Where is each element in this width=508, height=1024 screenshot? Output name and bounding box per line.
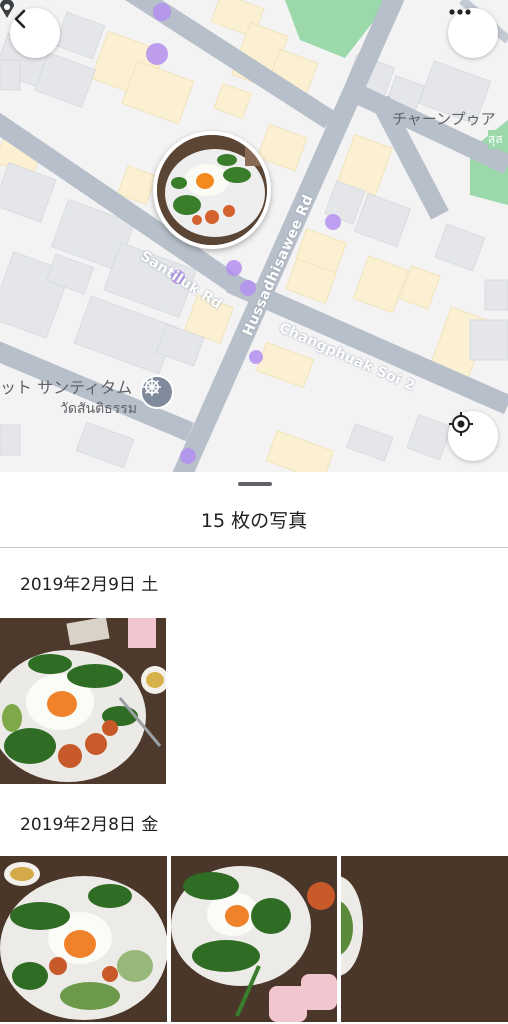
photo-thumbnail[interactable] (171, 856, 337, 1022)
map-view[interactable]: Santiluk Rd Hussadhisawee Rd Changphuak … (0, 0, 508, 472)
food-photo-4 (341, 856, 508, 1022)
poi-label-thai-fragment: สุส (488, 130, 503, 149)
temple-icon[interactable] (140, 375, 174, 409)
food-photo-1 (0, 618, 166, 784)
date-header-2: 2019年2月8日 金 (20, 815, 159, 835)
more-options-button[interactable] (448, 8, 498, 58)
more-horizontal-icon (449, 9, 471, 15)
photo-thumbnail[interactable] (0, 856, 167, 1022)
dharma-wheel-icon (143, 378, 161, 396)
sheet-drag-handle[interactable] (238, 482, 272, 486)
photo-list-sheet[interactable]: 15 枚の写真 2019年2月9日 土 2019年2月8日 金 (0, 472, 508, 1024)
food-photo-2 (0, 856, 167, 1022)
chevron-left-icon (14, 9, 26, 29)
pin-photo-thumbnail (157, 135, 267, 245)
photo-thumbnail[interactable] (0, 618, 166, 784)
photo-map-pin[interactable] (153, 131, 271, 249)
poi-label-santitham-th: วัดสันติธรรม (60, 401, 137, 417)
back-button[interactable] (10, 8, 60, 58)
photo-thumbnail[interactable] (341, 856, 508, 1022)
date-header-1: 2019年2月9日 土 (20, 575, 159, 595)
photo-count-title: 15 枚の写真 (200, 510, 308, 532)
food-photo-3 (171, 856, 337, 1022)
my-location-button[interactable] (448, 411, 498, 461)
poi-label-chan-phueak: チャーンプゥア (392, 110, 496, 128)
divider (0, 547, 508, 548)
poi-label-santitham-jp: ット サンティタム (0, 378, 133, 397)
my-location-icon (449, 412, 473, 436)
